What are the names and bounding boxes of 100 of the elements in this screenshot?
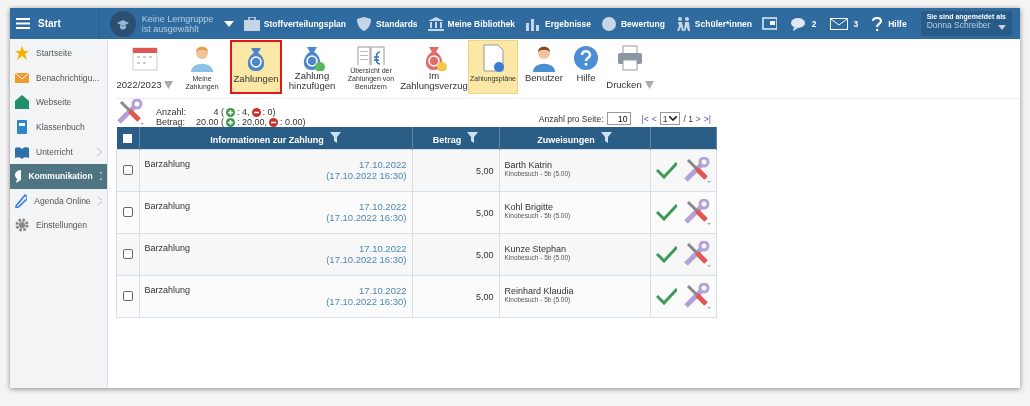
library-icon [427,16,444,31]
plus-icon [226,117,235,127]
amount-value: 20.00 ( [194,117,224,127]
tools-icon[interactable] [683,241,711,267]
house-icon [15,95,29,110]
payment-datetime: (17.10.2022 16:30) [326,254,407,265]
minus-icon [269,117,279,127]
assignee-name: Kohl Brigitte [504,202,555,212]
select-all-checkbox[interactable] [123,134,132,144]
caret-icon [164,81,174,89]
caret-icon [644,81,654,89]
nav-link[interactable]: Meine Bibliothek [427,16,516,31]
sidebar-item[interactable]: Startseite [10,41,107,66]
caret-icon [223,20,234,27]
book-icon [15,120,29,135]
tools-icon[interactable] [683,157,711,183]
filter-icon[interactable] [329,131,341,143]
graduation-cap-icon [109,10,136,37]
toolbar-button[interactable]: Drucken [604,40,656,94]
last-page-link[interactable]: >| [703,113,711,124]
count-value: 4 ( [212,107,224,117]
assignee-name: Barth Katrin [504,160,554,170]
nav-link[interactable]: Stoffverteilungsplan [243,16,346,31]
column-header[interactable]: Zuweisungen [499,127,650,150]
gear-icon [15,218,29,233]
learning-group-selector[interactable]: Keine Lerngruppe ist ausgewählt [141,13,218,34]
star-icon [15,46,29,61]
toolbar-button[interactable]: 2022/2023 [116,40,174,94]
help-link[interactable]: Hilfe [872,16,907,31]
menu-icon [16,18,30,29]
mail-button[interactable]: 3 [830,17,859,30]
toolbar-button[interactable]: Zahlungen [230,40,282,94]
payment-date: 17.10.2022 [358,201,407,212]
checkmark-icon[interactable] [655,161,678,179]
count-minus: : 0) [262,107,276,117]
column-header[interactable]: Betrag [412,127,499,150]
chat-icon [15,169,22,184]
filter-icon[interactable] [600,131,612,143]
row-checkbox[interactable] [122,290,133,301]
assignee-name: Reinhard Klaudia [504,286,575,296]
amount-minus: : 0.00) [280,117,306,127]
nav-link[interactable]: Bewertung [600,16,665,31]
sidebar-item[interactable]: Unterricht [10,139,107,164]
column-header[interactable]: Informationen zur Zahlung [139,127,412,150]
tools-icon[interactable] [683,283,711,309]
table-cell: 5,00 [412,191,499,234]
count-plus: : 4, [237,107,250,117]
first-page-link[interactable]: |< [641,113,649,124]
payment-date: 17.10.2022 [358,159,407,170]
tools-menu-button[interactable] [116,98,144,128]
amount-plus: : 20,00, [237,117,268,127]
payment-type: Barzahlung [144,243,191,253]
checkmark-icon[interactable] [655,287,678,305]
next-page-link[interactable]: > [695,113,701,124]
nav-link[interactable]: Standards [356,16,418,31]
checkmark-icon[interactable] [655,203,678,221]
header-cell [650,127,716,150]
row-checkbox[interactable] [122,248,133,259]
sidebar-item[interactable]: Agenda Online [10,188,107,214]
previous-page-link[interactable]: < [651,113,657,124]
sidebar-item[interactable]: Einstellungen [10,213,107,238]
payment-datetime: (17.10.2022 16:30) [326,212,407,223]
briefcase-icon [243,16,260,31]
chevron-down-icon [669,116,678,121]
sidebar-item[interactable]: Webseite [10,90,107,115]
chat-button[interactable]: 2 [790,16,817,31]
checkmark-icon[interactable] [655,245,678,263]
chevron-right-icon [97,196,102,205]
help-icon [571,43,601,73]
payment-datetime: (17.10.2022 16:30) [326,170,407,181]
envelope-icon [15,70,29,85]
question-mark-icon [872,16,883,31]
chevron-right-icon [97,147,102,156]
payment-type: Barzahlung [144,285,191,295]
sidebar-item[interactable]: Benachrichtigu... [10,65,107,91]
per-page-field[interactable]: 10 [606,112,631,125]
page-select[interactable]: 1 [659,112,681,125]
toolbar-button[interactable]: Hilfe [570,40,602,94]
count-label: Anzahl: [156,107,188,117]
toolbar-button[interactable]: Zahlung hinzufügen [284,40,340,94]
plus-icon [226,107,235,117]
toolbar-button[interactable]: Im Zahlungsverzug [402,40,466,94]
sidebar-item[interactable]: Kommunikation [10,163,107,189]
row-checkbox[interactable] [122,164,133,175]
row-checkbox[interactable] [122,206,133,217]
sidebar-item[interactable]: Klassenbuch [10,114,107,140]
payment-date: 17.10.2022 [358,243,407,254]
table-cell: 5,00 [412,275,499,318]
nav-link[interactable]: Schüler*innen [674,16,752,31]
filter-icon[interactable] [467,131,479,143]
speech-bubble-icon [790,16,807,31]
amount-label: Betrag: [156,117,187,127]
payment-type: Barzahlung [144,159,191,169]
tools-icon[interactable] [683,199,711,225]
nav-link[interactable]: Ergebnisse [525,16,591,31]
open-book-icon [15,144,29,159]
cast-icon[interactable] [762,17,777,30]
per-page-label: Anzahl pro Seite: [538,113,604,124]
printer-icon [615,43,645,73]
toolbar-button[interactable]: Benutzer [520,40,568,94]
